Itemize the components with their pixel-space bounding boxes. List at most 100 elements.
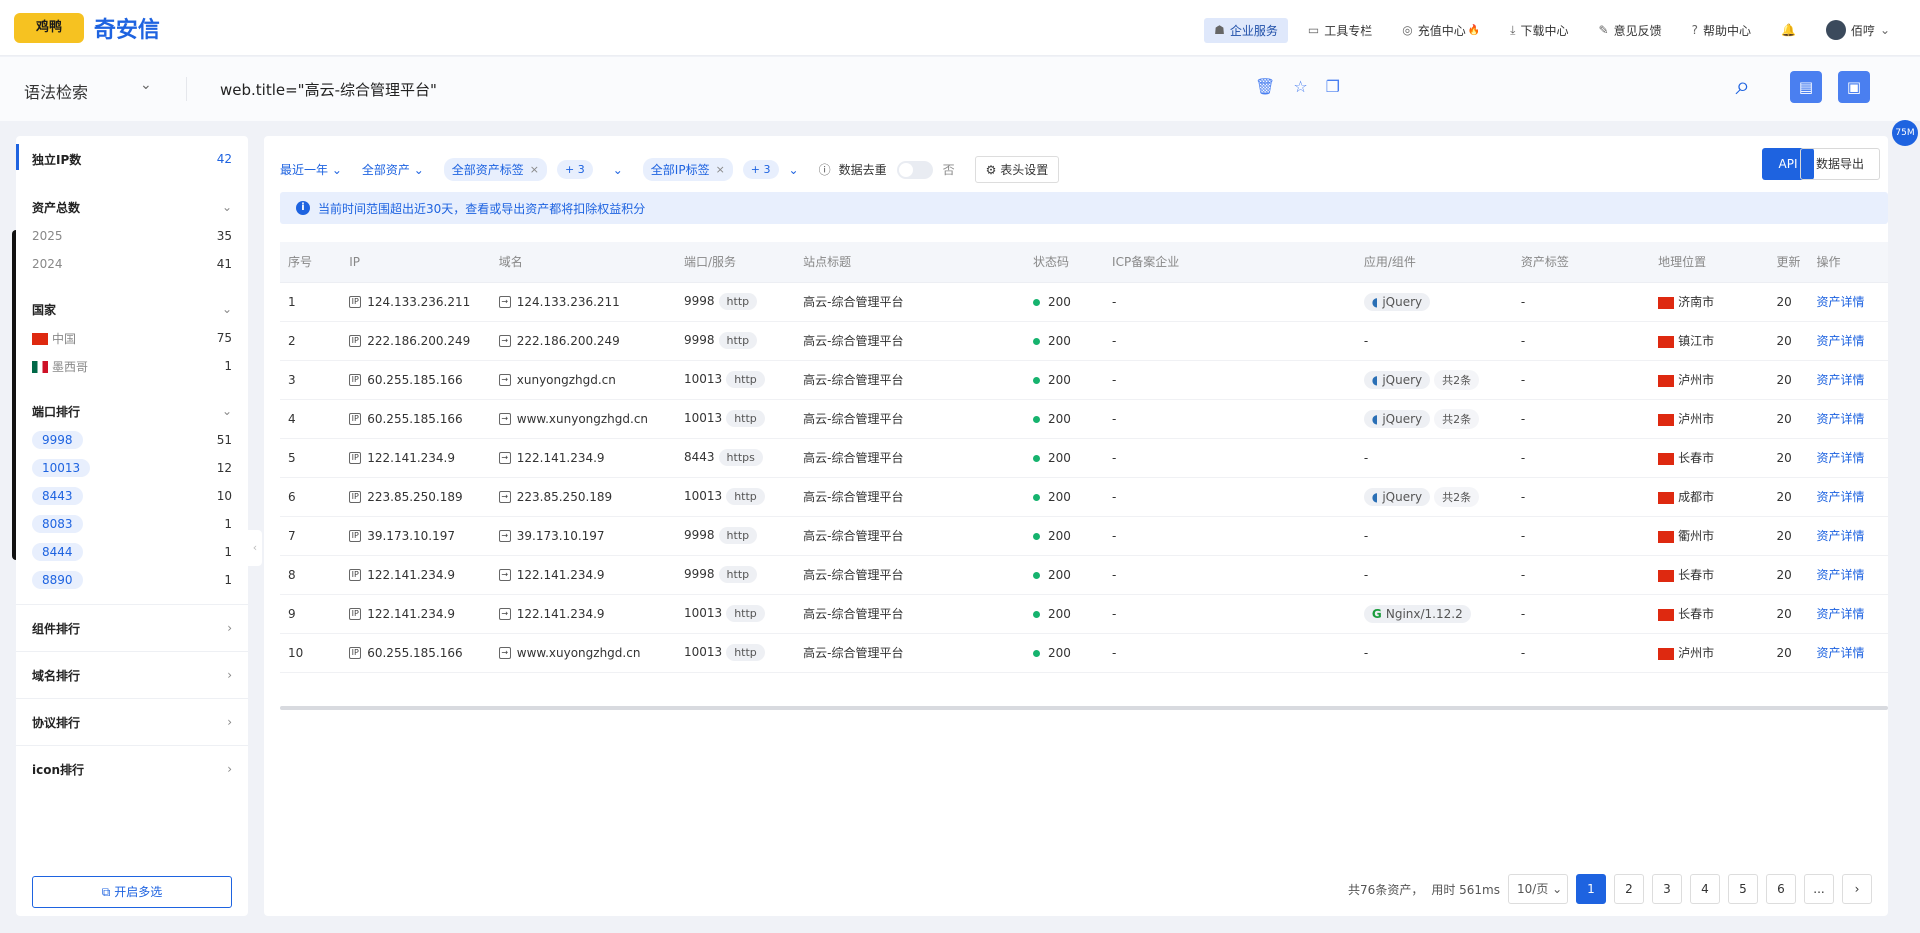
cell-domain[interactable]: → 39.173.10.197 — [490, 516, 676, 556]
nav-recharge[interactable]: ◎ 充值中心 🔥 — [1392, 18, 1490, 43]
col-header[interactable]: 状态码 — [1024, 242, 1105, 283]
cell-ip[interactable]: IP 124.133.236.211 — [341, 282, 491, 322]
col-header[interactable]: 应用/组件 — [1355, 242, 1513, 283]
cell-domain[interactable]: → www.xuyongzhgd.cn — [490, 633, 676, 673]
side-icon-rank[interactable]: icon排行 › — [16, 745, 248, 792]
cell-domain[interactable]: → 122.141.234.9 — [490, 555, 676, 595]
asset-filter[interactable]: 全部资产 ⌄ — [362, 161, 424, 178]
country-row[interactable]: 墨西哥 1 — [16, 352, 248, 380]
logo[interactable]: 鸡鸭 奇安信 — [14, 12, 160, 44]
app-chip[interactable]: ◖ jQuery — [1363, 487, 1431, 506]
year-row[interactable]: 2025 35 — [16, 222, 248, 250]
asset-detail-link[interactable]: 资产详情 — [1808, 321, 1888, 361]
page-button[interactable]: 2 — [1614, 874, 1644, 904]
cell-domain[interactable]: → xunyongzhgd.cn — [490, 360, 676, 400]
cell-domain[interactable]: → 122.141.234.9 — [490, 438, 676, 478]
page-ellipsis[interactable]: ... — [1804, 874, 1834, 904]
asset-detail-link[interactable]: 资产详情 — [1808, 516, 1888, 556]
close-icon[interactable]: × — [716, 163, 725, 176]
side-asset-total-head[interactable]: 资产总数 ⌄ — [16, 192, 248, 222]
trash-icon[interactable]: 🗑 — [1255, 77, 1275, 96]
user-menu[interactable]: 佰哼 ⌄ — [1816, 16, 1900, 44]
port-row[interactable]: 8083 1 — [16, 510, 248, 538]
side-domain-rank[interactable]: 域名排行 › — [16, 651, 248, 698]
asset-tag-more[interactable]: + 3 — [557, 160, 593, 179]
manual-icon[interactable]: ▤ — [1790, 71, 1822, 103]
cell-domain[interactable]: → 222.186.200.249 — [490, 321, 676, 361]
header-settings-button[interactable]: ⚙ 表头设置 — [974, 156, 1060, 183]
ip-tag-more[interactable]: + 3 — [742, 160, 779, 179]
page-button[interactable]: 4 — [1690, 874, 1720, 904]
floating-badge[interactable]: 75M — [1892, 120, 1918, 146]
app-chip[interactable]: ◖ jQuery — [1363, 409, 1431, 428]
col-header[interactable]: 更新 — [1768, 242, 1809, 283]
more-apps-chip[interactable]: 共2条 — [1434, 408, 1480, 429]
port-row[interactable]: 10013 12 — [16, 454, 248, 482]
cell-ip[interactable]: IP 39.173.10.197 — [341, 516, 491, 556]
time-filter[interactable]: 最近一年 ⌄ — [280, 161, 342, 178]
chevron-down-icon[interactable]: ⌄ — [140, 77, 152, 93]
port-row[interactable]: 9998 51 — [16, 426, 248, 454]
cell-ip[interactable]: IP 122.141.234.9 — [341, 438, 491, 478]
asset-detail-link[interactable]: 资产详情 — [1808, 477, 1888, 517]
copy-icon[interactable]: ❐ — [1326, 77, 1340, 96]
search-input[interactable]: web.title="高云-综合管理平台" — [220, 79, 437, 100]
asset-detail-link[interactable]: 资产详情 — [1808, 555, 1888, 595]
cell-ip[interactable]: IP 60.255.185.166 — [341, 633, 491, 673]
cell-ip[interactable]: IP 223.85.250.189 — [341, 477, 491, 517]
app-chip[interactable]: G Nginx/1.12.2 — [1363, 604, 1471, 623]
page-button[interactable]: 3 — [1652, 874, 1682, 904]
asset-detail-link[interactable]: 资产详情 — [1808, 594, 1888, 634]
asset-detail-link[interactable]: 资产详情 — [1808, 399, 1888, 439]
cell-ip[interactable]: IP 122.141.234.9 — [341, 594, 491, 634]
chevron-down-icon[interactable]: ⌄ — [613, 163, 623, 177]
app-chip[interactable]: ◖ jQuery — [1363, 370, 1431, 389]
close-icon[interactable]: × — [530, 163, 539, 176]
page-size-select[interactable]: 10/页 ⌄ — [1508, 874, 1568, 904]
cell-domain[interactable]: → 124.133.236.211 — [490, 282, 676, 322]
star-icon[interactable]: ☆ — [1293, 77, 1307, 96]
sidebar-collapse-button[interactable]: ‹ — [248, 530, 262, 566]
nav-tools[interactable]: ▭ 工具专栏 — [1298, 18, 1382, 43]
port-row[interactable]: 8443 10 — [16, 482, 248, 510]
col-header[interactable]: 地理位置 — [1650, 242, 1769, 283]
year-row[interactable]: 2024 41 — [16, 250, 248, 278]
doc-search-icon[interactable]: ▣ — [1838, 71, 1870, 103]
side-protocol-rank[interactable]: 协议排行 › — [16, 698, 248, 745]
side-country-head[interactable]: 国家 ⌄ — [16, 294, 248, 324]
nav-help[interactable]: ? 帮助中心 — [1682, 18, 1761, 43]
side-port-head[interactable]: 端口排行 ⌄ — [16, 396, 248, 426]
more-apps-chip[interactable]: 共2条 — [1434, 486, 1480, 507]
col-header[interactable]: 域名 — [490, 242, 676, 283]
page-button[interactable]: 1 — [1576, 874, 1606, 904]
app-chip[interactable]: ◖ jQuery — [1363, 292, 1431, 311]
col-header[interactable]: 资产标签 — [1512, 242, 1651, 283]
chevron-down-icon[interactable]: ⌄ — [789, 163, 799, 177]
dedupe-toggle[interactable] — [896, 160, 933, 179]
cell-ip[interactable]: IP 122.141.234.9 — [341, 555, 491, 595]
col-header[interactable]: IP — [341, 242, 491, 283]
nav-feedback[interactable]: ✎ 意见反馈 — [1589, 18, 1672, 43]
cell-domain[interactable]: → 223.85.250.189 — [490, 477, 676, 517]
search-icon[interactable]: ⌕ — [1735, 71, 1750, 102]
col-header[interactable]: 端口/服务 — [676, 242, 796, 283]
nav-download[interactable]: ⤓ 下载中心 — [1500, 18, 1578, 43]
ip-tag-filter[interactable]: 全部IP标签 × — [642, 158, 733, 181]
cell-ip[interactable]: IP 60.255.185.166 — [341, 399, 491, 439]
export-button[interactable]: 数据导出 — [1800, 148, 1880, 180]
col-header[interactable]: 站点标题 — [795, 242, 1025, 283]
bell-icon[interactable]: 🔔 — [1771, 19, 1806, 41]
asset-detail-link[interactable]: 资产详情 — [1808, 360, 1888, 400]
page-button[interactable]: 5 — [1728, 874, 1758, 904]
asset-detail-link[interactable]: 资产详情 — [1808, 633, 1888, 673]
cell-domain[interactable]: → 122.141.234.9 — [490, 594, 676, 634]
cell-domain[interactable]: → www.xunyongzhgd.cn — [490, 399, 676, 439]
next-page-button[interactable]: › — [1842, 874, 1872, 904]
asset-detail-link[interactable]: 资产详情 — [1808, 438, 1888, 478]
port-row[interactable]: 8890 1 — [16, 566, 248, 594]
nav-enterprise-service[interactable]: ☗ 企业服务 — [1204, 17, 1288, 43]
cell-ip[interactable]: IP 222.186.200.249 — [341, 321, 491, 361]
asset-tag-filter[interactable]: 全部资产标签 × — [443, 158, 548, 181]
search-mode-select[interactable]: 语法检索 — [24, 79, 88, 103]
asset-detail-link[interactable]: 资产详情 — [1808, 282, 1888, 322]
